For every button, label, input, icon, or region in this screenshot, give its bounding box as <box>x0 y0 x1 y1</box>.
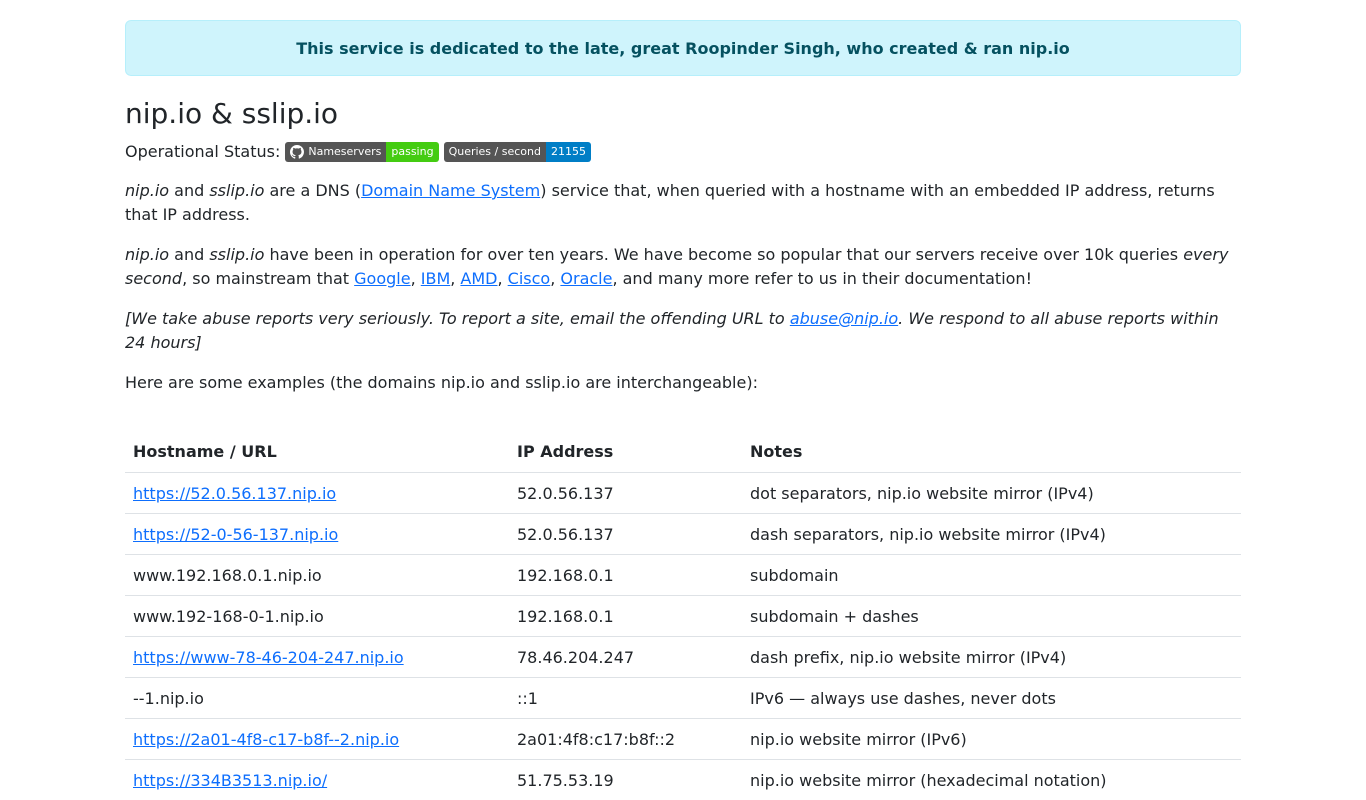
cell-hostname: https://52-0-56-137.nip.io <box>125 514 509 555</box>
badge1-left: Nameservers <box>308 142 381 162</box>
cell-notes: subdomain <box>742 555 1241 596</box>
header-notes: Notes <box>742 430 1241 473</box>
header-hostname: Hostname / URL <box>125 430 509 473</box>
examples-table: Hostname / URL IP Address Notes https://… <box>125 430 1241 800</box>
cell-notes: dash prefix, nip.io website mirror (IPv4… <box>742 637 1241 678</box>
hostname-link[interactable]: https://52.0.56.137.nip.io <box>133 484 336 503</box>
cell-ip: 192.168.0.1 <box>509 555 742 596</box>
badge1-right: passing <box>386 142 438 162</box>
hostname-text: www.192-168-0-1.nip.io <box>133 607 324 626</box>
hostname-link[interactable]: https://334B3513.nip.io/ <box>133 771 327 790</box>
table-row: https://52.0.56.137.nip.io 52.0.56.137dot… <box>125 473 1241 514</box>
hostname-text: --1.nip.io <box>133 689 204 708</box>
popularity-paragraph: nip.io and sslip.io have been in operati… <box>125 243 1241 291</box>
cell-ip: ::1 <box>509 678 742 719</box>
status-label: Operational Status: <box>125 142 280 162</box>
google-link[interactable]: Google <box>354 269 410 288</box>
oracle-link[interactable]: Oracle <box>560 269 612 288</box>
dedication-banner: This service is dedicated to the late, g… <box>125 20 1241 76</box>
hostname-link[interactable]: https://www-78-46-204-247.nip.io <box>133 648 404 667</box>
table-header-row: Hostname / URL IP Address Notes <box>125 430 1241 473</box>
table-row: www.192-168-0-1.nip.io 192.168.0.1subdoma… <box>125 596 1241 637</box>
cell-hostname: https://www-78-46-204-247.nip.io <box>125 637 509 678</box>
hostname-text: www.192.168.0.1.nip.io <box>133 566 322 585</box>
banner-text: This service is dedicated to the late, g… <box>296 39 1070 58</box>
amd-link[interactable]: AMD <box>460 269 497 288</box>
intro-paragraph: nip.io and sslip.io are a DNS (Domain Na… <box>125 179 1241 227</box>
cell-ip: 78.46.204.247 <box>509 637 742 678</box>
cell-notes: nip.io website mirror (IPv6) <box>742 719 1241 760</box>
cell-ip: 52.0.56.137 <box>509 514 742 555</box>
operational-status: Operational Status: Nameservers passing … <box>125 141 591 163</box>
examples-intro: Here are some examples (the domains nip.… <box>125 371 1241 395</box>
badge2-right: 21155 <box>546 142 591 162</box>
cell-hostname: https://334B3513.nip.io/ <box>125 760 509 800</box>
cell-ip: 2a01:4f8:c17:b8f::2 <box>509 719 742 760</box>
nameservers-badge[interactable]: Nameservers passing <box>285 142 438 162</box>
cell-notes: nip.io website mirror (hexadecimal notat… <box>742 760 1241 800</box>
cell-hostname: www.192.168.0.1.nip.io <box>125 555 509 596</box>
cell-ip: 52.0.56.137 <box>509 473 742 514</box>
hostname-link[interactable]: https://2a01-4f8-c17-b8f--2.nip.io <box>133 730 399 749</box>
main-container: This service is dedicated to the late, g… <box>125 20 1241 76</box>
table-row: --1.nip.io::1IPv6 — always use dashes, n… <box>125 678 1241 719</box>
abuse-email-link[interactable]: abuse@nip.io <box>790 309 898 328</box>
page-title: nip.io & sslip.io <box>125 98 338 130</box>
cell-hostname: www.192-168-0-1.nip.io <box>125 596 509 637</box>
cisco-link[interactable]: Cisco <box>508 269 551 288</box>
cell-notes: dot separators, nip.io website mirror (I… <box>742 473 1241 514</box>
table-row: www.192.168.0.1.nip.io 192.168.0.1subdoma… <box>125 555 1241 596</box>
table-row: https://www-78-46-204-247.nip.io 78.46.20… <box>125 637 1241 678</box>
cell-notes: subdomain + dashes <box>742 596 1241 637</box>
cell-notes: IPv6 — always use dashes, never dots <box>742 678 1241 719</box>
table-row: https://52-0-56-137.nip.io 52.0.56.137das… <box>125 514 1241 555</box>
dns-link[interactable]: Domain Name System <box>361 181 540 200</box>
table-row: https://2a01-4f8-c17-b8f--2.nip.io 2a01:4… <box>125 719 1241 760</box>
queries-badge[interactable]: Queries / second 21155 <box>444 142 591 162</box>
cell-notes: dash separators, nip.io website mirror (… <box>742 514 1241 555</box>
cell-ip: 192.168.0.1 <box>509 596 742 637</box>
cell-ip: 51.75.53.19 <box>509 760 742 800</box>
ibm-link[interactable]: IBM <box>421 269 451 288</box>
cell-hostname: https://52.0.56.137.nip.io <box>125 473 509 514</box>
hostname-link[interactable]: https://52-0-56-137.nip.io <box>133 525 338 544</box>
cell-hostname: --1.nip.io <box>125 678 509 719</box>
abuse-paragraph: [We take abuse reports very seriously. T… <box>125 307 1241 355</box>
badge2-left: Queries / second <box>444 142 546 162</box>
table-row: https://334B3513.nip.io/51.75.53.19nip.i… <box>125 760 1241 800</box>
header-ip: IP Address <box>509 430 742 473</box>
cell-hostname: https://2a01-4f8-c17-b8f--2.nip.io <box>125 719 509 760</box>
github-icon <box>290 145 304 159</box>
